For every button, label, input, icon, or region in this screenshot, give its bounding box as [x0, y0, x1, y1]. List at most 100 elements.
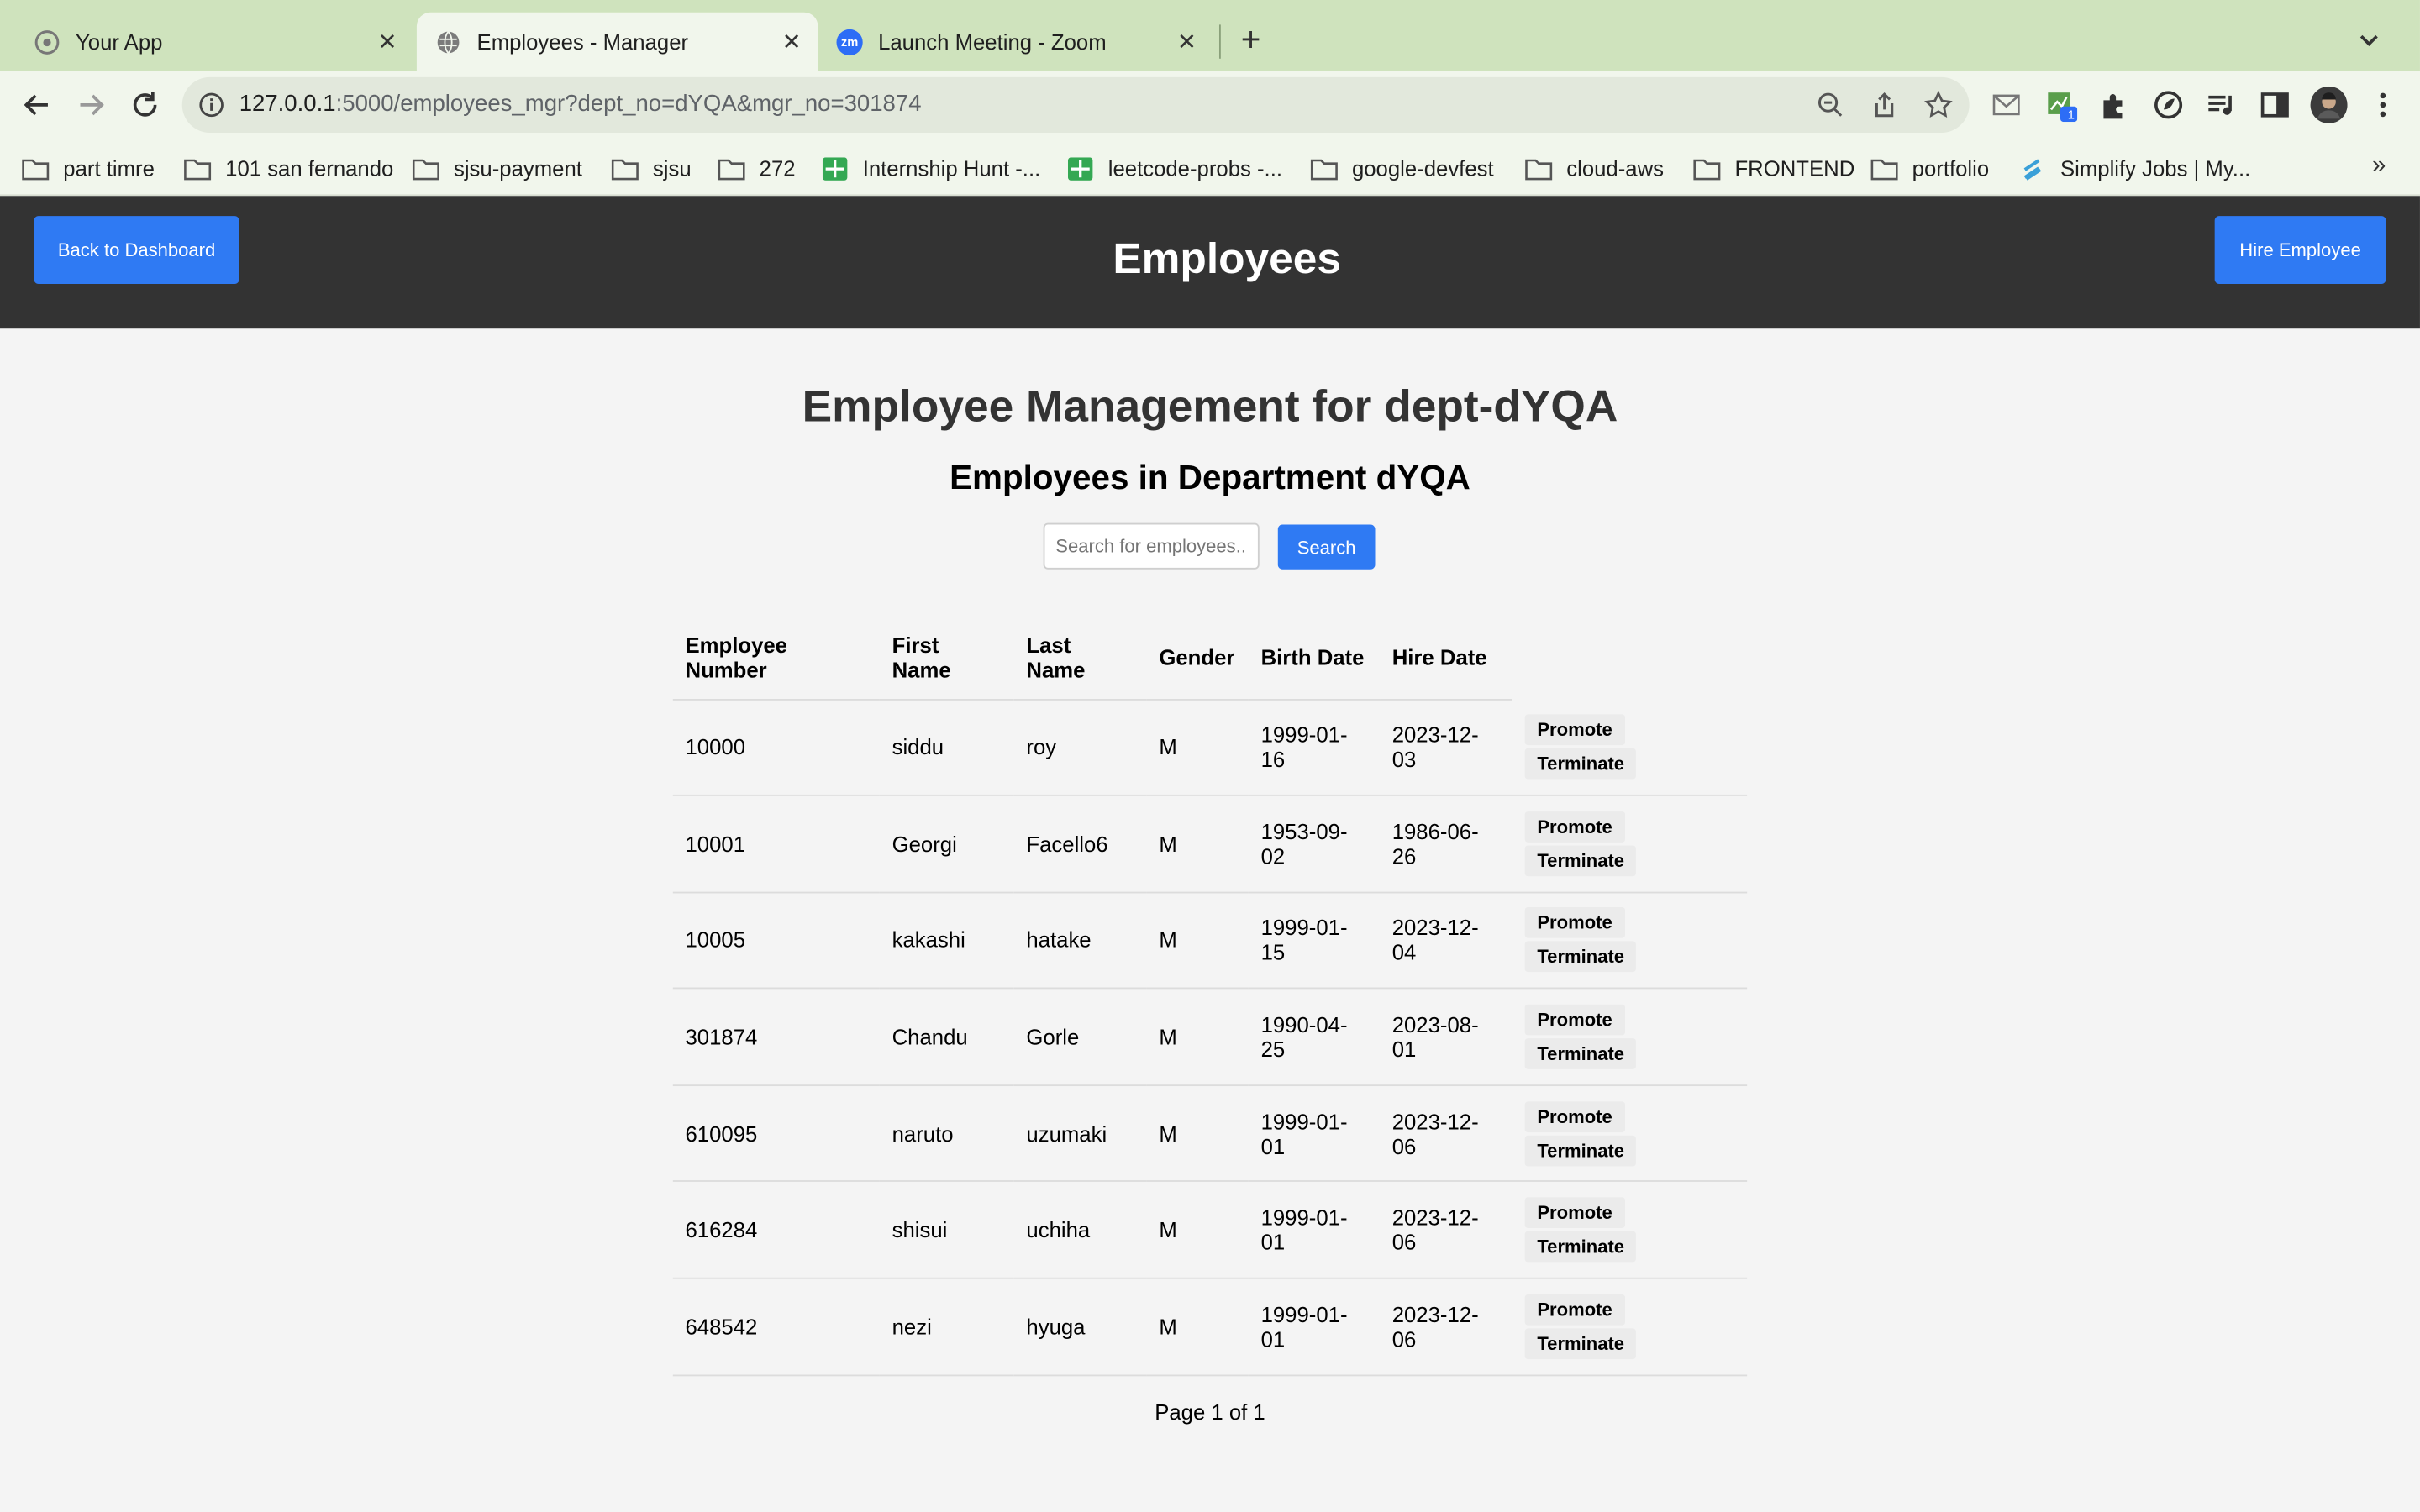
- promote-button[interactable]: Promote: [1524, 1197, 1625, 1229]
- playlist-icon[interactable]: [2204, 88, 2238, 122]
- zoom-out-icon[interactable]: [1815, 90, 1846, 121]
- column-header: Hire Date: [1380, 617, 1512, 700]
- bookmark-folder[interactable]: 272: [718, 153, 796, 184]
- avatar[interactable]: [2310, 86, 2348, 123]
- bookmark-label: sjsu: [652, 155, 692, 181]
- bookmark-label: leetcode-probs -...: [1107, 155, 1283, 181]
- bookmark-folder[interactable]: google-devfest: [1310, 153, 1494, 184]
- cell-actions: Promote Terminate: [1512, 699, 1748, 796]
- table-row: 10001 Georgi Facello6 M 1953-09-02 1986-…: [672, 795, 1748, 893]
- bookmark-label: Simplify Jobs | My...: [2060, 155, 2251, 181]
- bookmark-sheet[interactable]: Internship Hunt -...: [821, 153, 1040, 184]
- cell-last-name: uchiha: [1013, 1181, 1147, 1279]
- hire-employee-button[interactable]: Hire Employee: [2214, 216, 2386, 284]
- table-row: 648542 nezi hyuga M 1999-01-01 2023-12-0…: [672, 1278, 1748, 1376]
- table-row: 10005 kakashi hatake M 1999-01-15 2023-1…: [672, 891, 1748, 990]
- kebab-menu-icon[interactable]: [2366, 88, 2400, 122]
- back-arrow-icon[interactable]: [18, 87, 55, 123]
- folder-icon: [1525, 158, 1553, 180]
- site-info-icon[interactable]: [197, 91, 225, 118]
- tab-zoom[interactable]: zm Launch Meeting - Zoom ✕: [824, 13, 1213, 71]
- bookmark-label: part timre: [63, 155, 155, 181]
- table-row: 10000 siddu roy M 1999-01-16 2023-12-03 …: [672, 699, 1748, 796]
- side-panel-icon[interactable]: [2258, 88, 2291, 122]
- tab-title: Launch Meeting - Zoom: [878, 29, 1107, 55]
- cell-last-name: hatake: [1013, 891, 1147, 990]
- leaf-extension-icon[interactable]: [2151, 88, 2185, 122]
- promote-button[interactable]: Promote: [1524, 1100, 1625, 1132]
- column-header: Gender: [1146, 617, 1249, 700]
- cell-emp-no: 301874: [672, 988, 880, 1086]
- terminate-button[interactable]: Terminate: [1524, 845, 1637, 877]
- promote-button[interactable]: Promote: [1524, 907, 1625, 939]
- promote-button[interactable]: Promote: [1524, 1294, 1625, 1326]
- folder-icon: [184, 158, 212, 180]
- tab-your-app[interactable]: Your App ✕: [22, 13, 414, 71]
- simplify-icon: [2023, 158, 2042, 180]
- cell-actions: Promote Terminate: [1512, 988, 1748, 1086]
- bookmark-sheet[interactable]: leetcode-probs -...: [1066, 153, 1282, 184]
- bookmark-label: FRONTEND: [1734, 155, 1855, 181]
- cell-first-name: siddu: [879, 699, 1014, 796]
- bookmark-folder[interactable]: sjsu: [611, 153, 692, 184]
- cell-last-name: roy: [1013, 699, 1147, 796]
- terminate-button[interactable]: Terminate: [1524, 1038, 1637, 1069]
- puzzle-icon[interactable]: [2097, 88, 2131, 122]
- bookmark-label: Internship Hunt -...: [862, 155, 1041, 181]
- terminate-button[interactable]: Terminate: [1524, 748, 1637, 780]
- extension-badge: 1: [2067, 108, 2075, 123]
- close-icon[interactable]: ✕: [1173, 28, 1201, 55]
- search-input[interactable]: [1043, 522, 1260, 570]
- cell-birth-date: 1953-09-02: [1248, 795, 1381, 893]
- close-icon[interactable]: ✕: [373, 28, 401, 55]
- bookmark-folder[interactable]: part timre: [22, 153, 155, 184]
- cell-emp-no: 10001: [672, 795, 880, 893]
- zoom-icon: zm: [836, 28, 863, 55]
- cell-actions: Promote Terminate: [1512, 1084, 1748, 1183]
- cell-first-name: shisui: [879, 1181, 1014, 1279]
- bookmark-folder[interactable]: FRONTEND: [1693, 153, 1854, 184]
- tab-employees-manager[interactable]: Employees - Manager ✕: [416, 12, 818, 71]
- new-tab-icon[interactable]: +: [1241, 23, 1261, 57]
- bookmark-star-icon[interactable]: [1923, 90, 1954, 121]
- terminate-button[interactable]: Terminate: [1524, 942, 1637, 974]
- cell-actions: Promote Terminate: [1512, 891, 1748, 990]
- cell-emp-no: 616284: [672, 1181, 880, 1279]
- chevron-down-icon[interactable]: [2355, 26, 2383, 54]
- table-row: 616284 shisui uchiha M 1999-01-01 2023-1…: [672, 1181, 1748, 1279]
- cell-emp-no: 648542: [672, 1278, 880, 1376]
- url-text[interactable]: 127.0.0.1:5000/employees_mgr?dept_no=dYQ…: [239, 91, 922, 117]
- tab-divider: [1218, 24, 1221, 59]
- promote-button[interactable]: Promote: [1524, 1004, 1625, 1036]
- bookmarks-overflow-icon[interactable]: »: [2372, 153, 2386, 181]
- bookmark-folder[interactable]: portfolio: [1870, 153, 1989, 184]
- bookmark-label: 101 san fernando: [225, 155, 394, 181]
- folder-icon: [412, 158, 439, 180]
- search-button[interactable]: Search: [1277, 524, 1376, 570]
- cell-birth-date: 1999-01-16: [1248, 699, 1381, 796]
- bookmark-label: google-devfest: [1351, 155, 1494, 181]
- terminate-button[interactable]: Terminate: [1524, 1328, 1637, 1359]
- globe-icon: [435, 29, 461, 55]
- cell-gender: M: [1146, 795, 1249, 893]
- cell-hire-date: 2023-12-06: [1380, 1278, 1512, 1376]
- close-icon[interactable]: ✕: [778, 28, 806, 55]
- cell-gender: M: [1146, 1278, 1249, 1376]
- promote-button[interactable]: Promote: [1524, 714, 1625, 746]
- share-icon[interactable]: [1869, 90, 1900, 121]
- cell-last-name: Gorle: [1013, 988, 1147, 1086]
- bookmark-folder[interactable]: sjsu-payment: [412, 153, 582, 184]
- mail-extension-icon[interactable]: [1990, 88, 2023, 122]
- bookmark-folder[interactable]: cloud-aws: [1525, 153, 1664, 184]
- cell-hire-date: 2023-12-04: [1380, 891, 1512, 990]
- department-subheading: Employees in Department dYQA: [950, 458, 1470, 497]
- app-icon: [34, 29, 60, 55]
- terminate-button[interactable]: Terminate: [1524, 1231, 1637, 1263]
- terminate-button[interactable]: Terminate: [1524, 1135, 1637, 1166]
- bookmark-simplify[interactable]: Simplify Jobs | My...: [2018, 153, 2250, 184]
- reload-icon[interactable]: [127, 87, 164, 123]
- forward-arrow-icon[interactable]: [72, 87, 109, 123]
- bookmark-folder[interactable]: 101 san fernando: [184, 153, 394, 184]
- employees-table: Employee Number First Name Last Name Gen…: [672, 617, 1748, 1376]
- promote-button[interactable]: Promote: [1524, 811, 1625, 843]
